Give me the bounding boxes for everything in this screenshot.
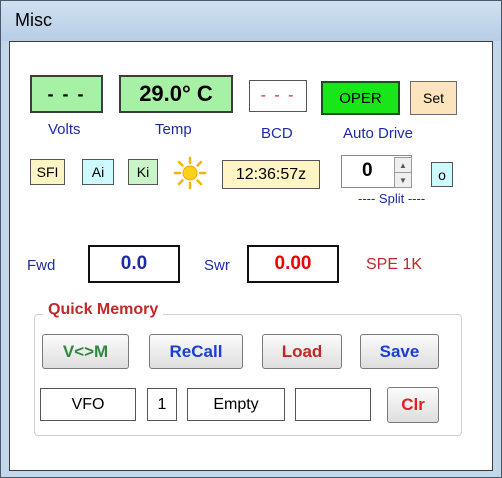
clear-button-label: Clr bbox=[401, 395, 425, 414]
set-button[interactable]: Set bbox=[410, 81, 457, 115]
fwd-label: Fwd bbox=[27, 257, 56, 274]
model-label: SPE 1K bbox=[366, 256, 423, 273]
split-toggle-button[interactable]: o bbox=[431, 162, 453, 187]
time-value: 12:36:57z bbox=[235, 165, 307, 183]
title-bar[interactable]: Misc bbox=[1, 1, 501, 41]
recall-button-label: ReCall bbox=[169, 341, 223, 361]
clear-button[interactable]: Clr bbox=[387, 387, 439, 423]
fwd-display: 0.0 bbox=[88, 245, 180, 283]
memory-slot-value: 1 bbox=[157, 395, 167, 413]
volts-display: - - - bbox=[30, 75, 103, 113]
save-button[interactable]: Save bbox=[360, 334, 439, 369]
vm-button[interactable]: V<>M bbox=[42, 334, 129, 369]
sfi-indicator[interactable]: SFI bbox=[30, 159, 65, 185]
split-value: 0 bbox=[362, 160, 373, 181]
misc-window: Misc - - - Volts 29.0° C Temp - - - BCD … bbox=[0, 0, 502, 478]
load-button[interactable]: Load bbox=[262, 334, 342, 369]
ai-label: Ai bbox=[91, 164, 105, 180]
temp-display: 29.0° C bbox=[119, 75, 233, 113]
window-title: Misc bbox=[15, 10, 52, 30]
oper-button[interactable]: OPER bbox=[321, 81, 400, 115]
memory-extra-field[interactable] bbox=[295, 388, 371, 421]
memory-state-field[interactable]: Empty bbox=[187, 388, 285, 421]
ki-indicator[interactable]: Ki bbox=[128, 159, 158, 185]
split-down-button[interactable]: ▼ bbox=[394, 172, 412, 188]
sun-icon bbox=[173, 156, 207, 190]
save-button-label: Save bbox=[379, 341, 420, 361]
vfo-field[interactable]: VFO bbox=[40, 388, 136, 421]
oper-button-label: OPER bbox=[339, 89, 382, 107]
swr-display: 0.00 bbox=[247, 245, 339, 283]
auto-drive-label: Auto Drive bbox=[343, 125, 414, 142]
load-button-label: Load bbox=[281, 341, 323, 361]
set-button-label: Set bbox=[422, 90, 444, 106]
split-up-button[interactable]: ▲ bbox=[394, 157, 412, 173]
volts-label: Volts bbox=[48, 121, 81, 138]
volts-value: - - - bbox=[47, 83, 86, 104]
memory-state-value: Empty bbox=[213, 395, 259, 413]
temp-label: Temp bbox=[155, 121, 192, 138]
split-label: ---- Split ---- bbox=[358, 191, 426, 206]
bcd-label: BCD bbox=[261, 125, 293, 142]
time-display: 12:36:57z bbox=[222, 160, 320, 189]
recall-button[interactable]: ReCall bbox=[149, 334, 243, 369]
split-stepper[interactable]: 0 ▲ ▼ bbox=[341, 155, 412, 188]
fwd-value: 0.0 bbox=[120, 253, 148, 274]
quick-memory-title: Quick Memory bbox=[43, 301, 164, 319]
bcd-value: - - - bbox=[260, 87, 296, 104]
sfi-label: SFI bbox=[36, 164, 59, 180]
temp-value: 29.0° C bbox=[139, 81, 213, 106]
memory-slot-field[interactable]: 1 bbox=[147, 388, 177, 421]
ai-indicator[interactable]: Ai bbox=[82, 159, 114, 185]
vfo-value: VFO bbox=[71, 395, 105, 413]
vm-button-label: V<>M bbox=[62, 341, 109, 361]
ki-label: Ki bbox=[136, 164, 150, 180]
bcd-display: - - - bbox=[249, 80, 307, 112]
split-toggle-label: o bbox=[438, 166, 446, 183]
swr-label: Swr bbox=[204, 257, 230, 274]
swr-value: 0.00 bbox=[274, 253, 312, 274]
